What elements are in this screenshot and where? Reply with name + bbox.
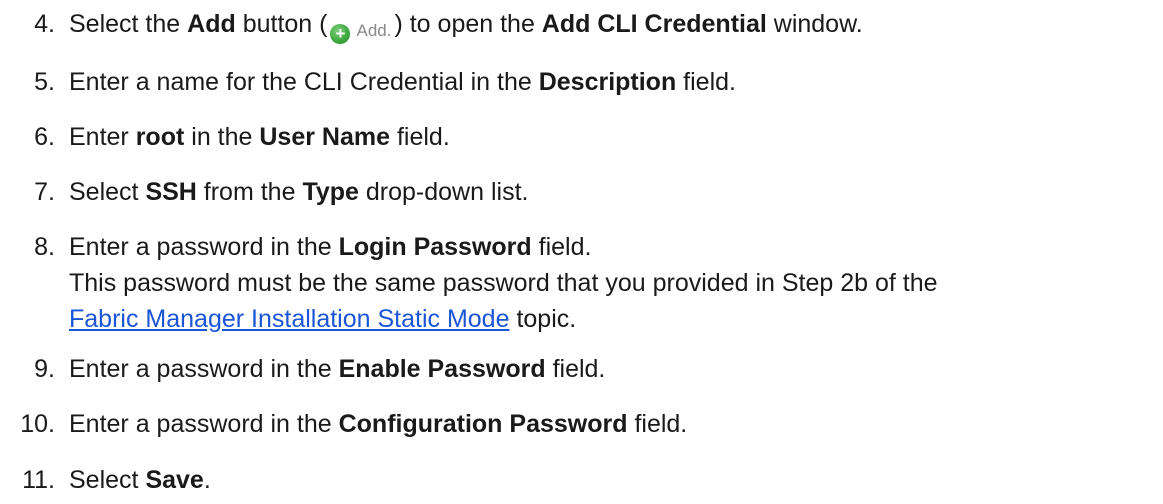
step-number: 4. [34,10,55,38]
bold-term: root [135,123,185,151]
step-text: Enter a password in the [69,355,339,383]
bold-term: Save [145,466,204,494]
step-number: 10. [20,410,55,438]
step-text: Enter a name for the CLI Credential in t… [69,68,539,96]
add-button-image: + Add. [328,19,393,44]
step-number: 6. [34,123,55,151]
step-text: Enter a password in the [69,410,339,438]
step-text: Select [69,178,146,206]
add-plus-icon: + [330,24,351,44]
step-text: Enter [69,123,136,151]
bold-term: Add [187,10,236,38]
step-text: Enter a password in the [69,233,339,261]
step-note: This password must be the same password … [69,269,938,297]
step-number: 9. [34,355,55,383]
add-button-label: Add. [356,21,392,40]
bold-term: Login Password [338,233,532,261]
step-text: Select the [69,10,188,38]
bold-term: Add CLI Credential [541,10,767,38]
step-number: 11. [22,466,55,494]
bold-term: Description [538,68,677,96]
fabric-manager-static-mode-link[interactable]: Fabric Manager Installation Static Mode [69,305,510,333]
bold-term: User Name [259,123,391,151]
step-number: 7. [34,178,55,206]
step-number: 8. [34,233,55,261]
instruction-steps: 4. Select the Add button (+ Add.) to open… [0,0,1163,504]
bold-term: Enable Password [338,355,546,383]
step-text: Select [69,466,146,494]
bold-term: SSH [145,178,197,206]
bold-term: Configuration Password [338,410,628,438]
bold-term: Type [302,178,359,206]
step-number: 5. [34,68,55,96]
